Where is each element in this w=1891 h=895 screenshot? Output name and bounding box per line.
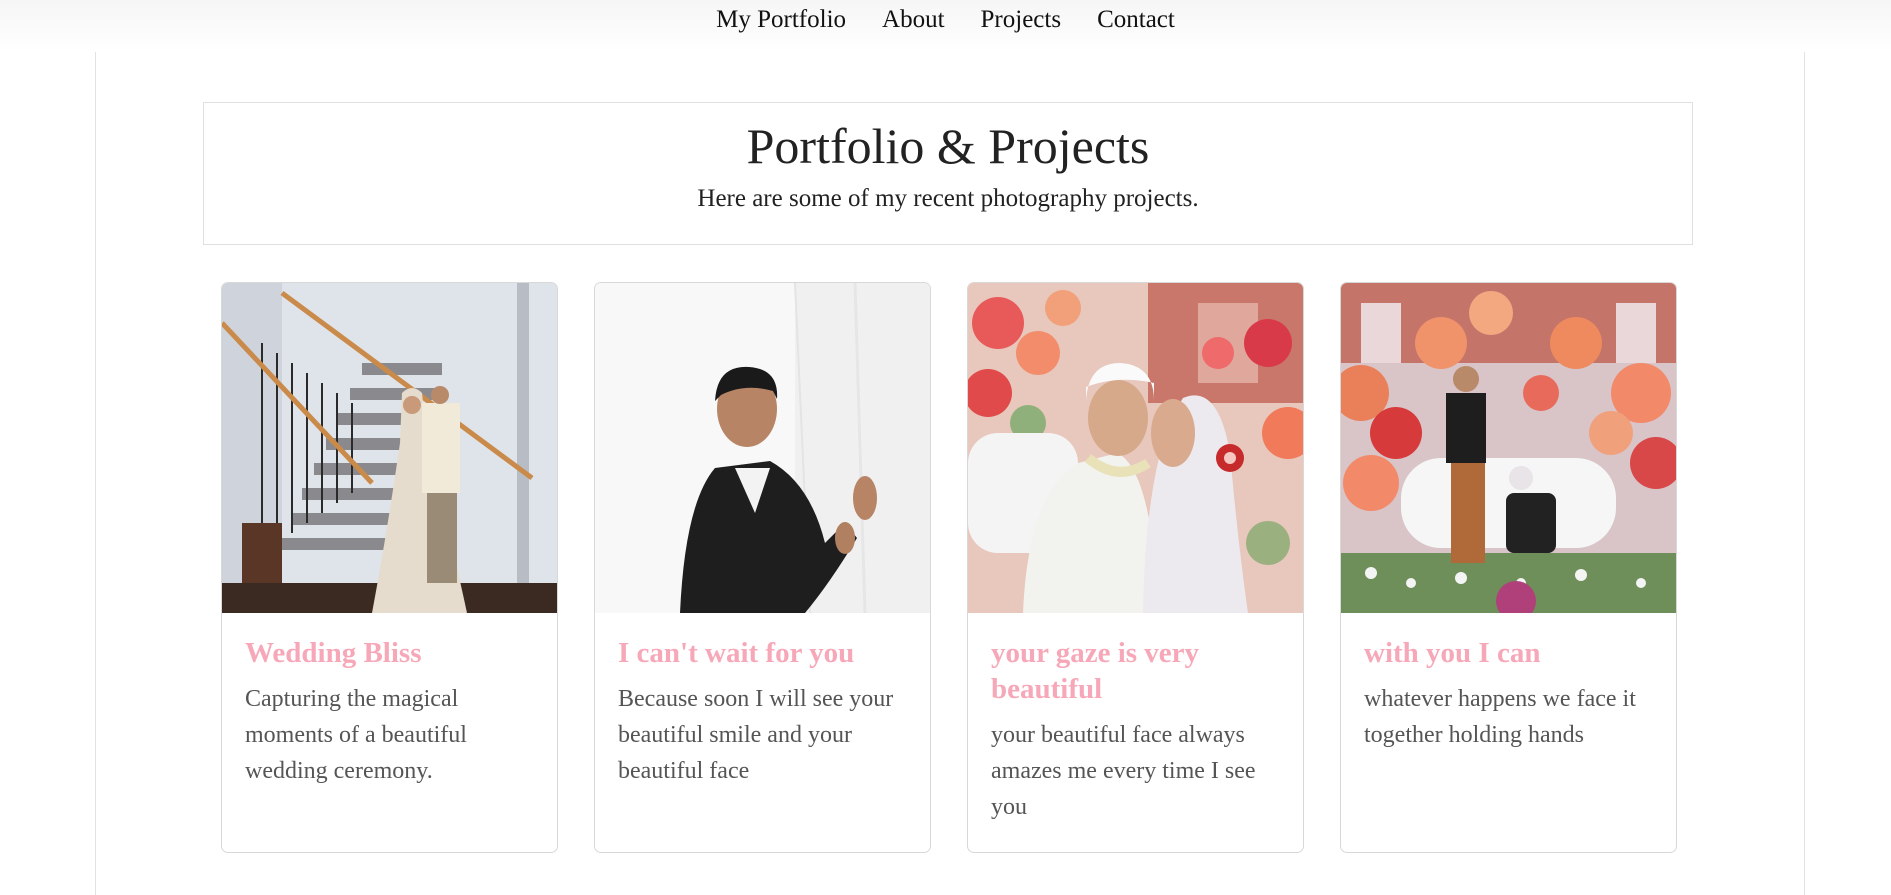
page-subtitle: Here are some of my recent photography p…: [697, 185, 1199, 212]
project-card-your-gaze-is-very-beautiful[interactable]: your gaze is very beautiful your beautif…: [967, 282, 1304, 853]
couple-face-to-face-flowers-photo: [968, 283, 1303, 613]
page-title: Portfolio & Projects: [746, 118, 1150, 174]
nav-link-my-portfolio[interactable]: My Portfolio: [716, 6, 846, 34]
card-description: whatever happens we face it together hol…: [1364, 686, 1636, 748]
project-card-i-cant-wait-for-you[interactable]: I can't wait for you Because soon I will…: [594, 282, 931, 853]
wedding-couple-on-staircase-photo: [222, 283, 557, 613]
groom-adjusting-cufflink-photo: [595, 283, 930, 613]
card-title: your gaze is very beautiful: [991, 637, 1200, 705]
project-card-wedding-bliss[interactable]: Wedding Bliss Capturing the magical mome…: [221, 282, 558, 853]
main-nav: My Portfolio About Projects Contact: [0, 6, 1891, 34]
nav-link-contact[interactable]: Contact: [1097, 6, 1175, 34]
card-description: Because soon I will see your beautiful s…: [618, 686, 894, 784]
couple-on-floral-stage-photo: [1341, 283, 1676, 613]
nav-link-projects[interactable]: Projects: [981, 6, 1062, 34]
nav-link-about[interactable]: About: [882, 6, 945, 34]
card-description: Capturing the magical moments of a beaut…: [245, 686, 467, 784]
card-title: I can't wait for you: [618, 637, 855, 669]
card-title: Wedding Bliss: [245, 637, 422, 669]
project-card-with-you-i-can[interactable]: with you I can whatever happens we face …: [1340, 282, 1677, 853]
card-description: your beautiful face always amazes me eve…: [991, 722, 1256, 820]
card-title: with you I can: [1364, 637, 1541, 669]
hero-section: Portfolio & Projects Here are some of my…: [203, 102, 1693, 245]
